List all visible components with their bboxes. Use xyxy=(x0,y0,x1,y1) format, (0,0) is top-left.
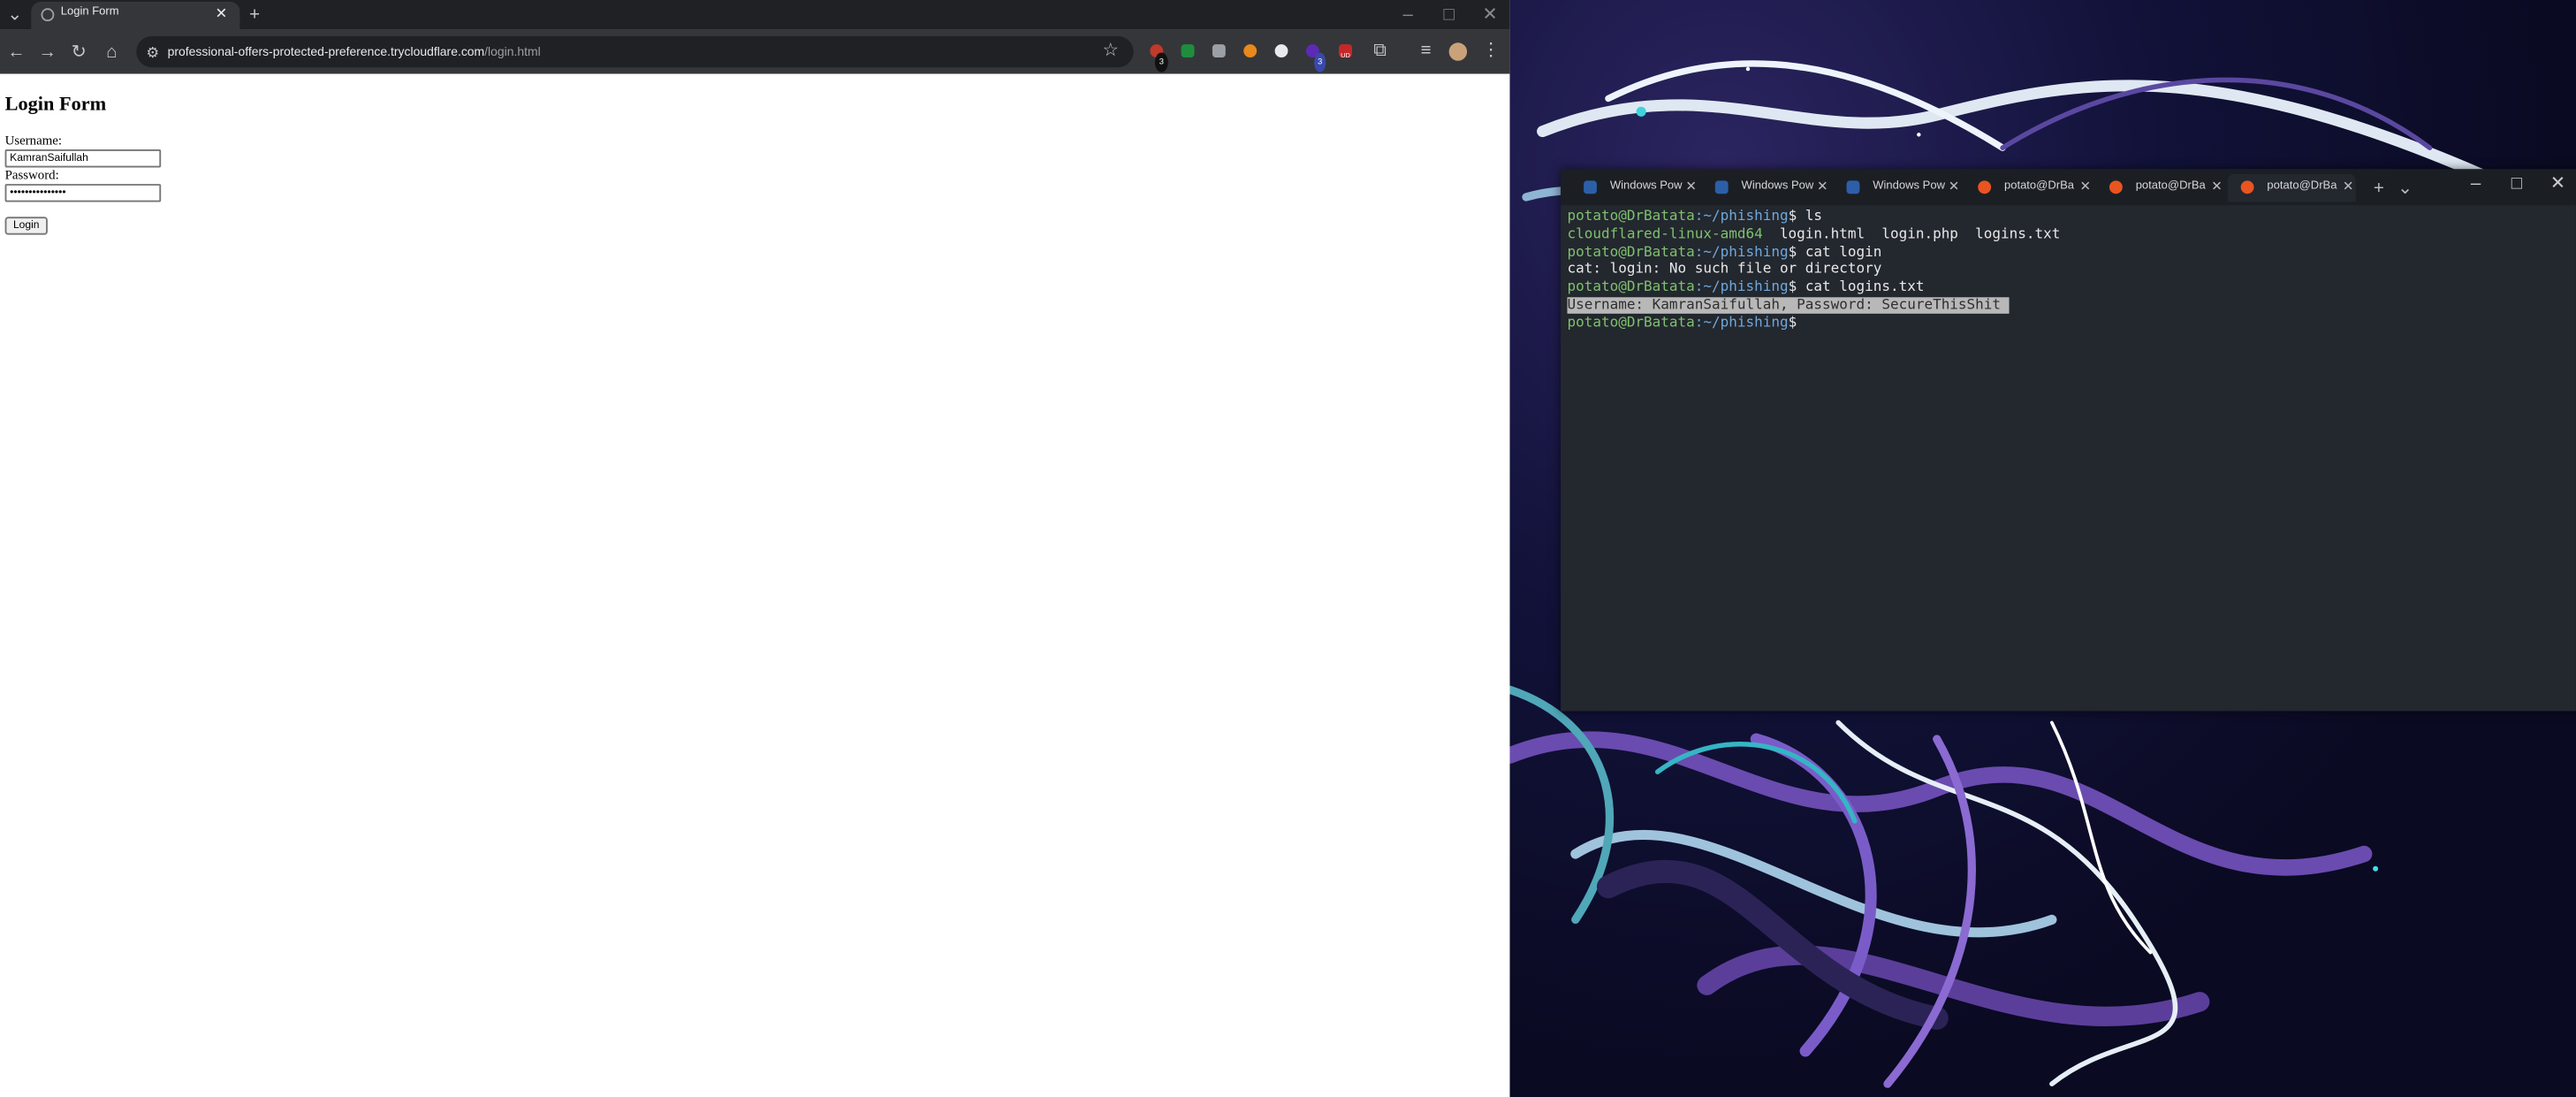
terminal-tab-label: potato@DrBa xyxy=(2135,180,2206,193)
terminal-tab-label: Windows Pow xyxy=(1609,180,1683,193)
maximize-icon[interactable]: □ xyxy=(1440,5,1457,25)
close-tab-icon[interactable]: ✕ xyxy=(1949,179,1959,194)
terminal-line: cloudflared-linux-amd64 login.html login… xyxy=(1567,226,2060,244)
prompt-path: :~/phishing xyxy=(1694,208,1789,225)
password-label: Password: xyxy=(4,167,59,183)
powershell-icon xyxy=(1846,180,1860,194)
powershell-icon xyxy=(1584,180,1597,194)
command-text: $ cat login xyxy=(1788,244,1882,261)
extension-icon-3[interactable] xyxy=(1212,44,1226,58)
terminal-tab-label: potato@DrBa xyxy=(2003,180,2075,193)
extensions-puzzle-icon[interactable]: ⧉ xyxy=(1370,41,1389,60)
terminal-line: potato@DrBatata:~/phishing$ cat login xyxy=(1567,244,2060,262)
prompt-user: potato@DrBatata xyxy=(1567,244,1695,261)
maximize-icon[interactable]: □ xyxy=(2509,174,2526,194)
ubuntu-icon xyxy=(2240,180,2254,194)
media-controls-icon[interactable]: ≡ xyxy=(1416,41,1435,60)
browser-tab[interactable]: Login Form ✕ xyxy=(31,1,240,30)
terminal-tab[interactable]: Windows Pow ✕ xyxy=(1702,174,1830,202)
prompt-path: :~/phishing xyxy=(1694,279,1789,296)
terminal-tab-label: Windows Pow xyxy=(1873,180,1945,193)
globe-icon xyxy=(41,8,55,22)
avatar[interactable] xyxy=(1448,42,1468,61)
terminal-line: potato@DrBatata:~/phishing$ cat logins.t… xyxy=(1567,279,2060,297)
home-icon[interactable]: ⌂ xyxy=(102,42,121,62)
prompt-user: potato@DrBatata xyxy=(1567,279,1695,296)
terminal-tab-label: Windows Pow xyxy=(1741,180,1814,193)
minimize-icon[interactable]: – xyxy=(1400,5,1417,25)
tab-strip: ⌄ Login Form ✕ + – □ ✕ xyxy=(0,0,1510,30)
powershell-icon xyxy=(1714,180,1729,194)
close-tab-icon[interactable]: ✕ xyxy=(2343,179,2353,194)
address-bar[interactable]: ⚙ professional-offers-protected-preferen… xyxy=(136,35,1134,68)
terminal-tab[interactable]: Windows Pow ✕ xyxy=(1834,174,1962,202)
extension-icon-5[interactable] xyxy=(1274,44,1288,58)
browser-window: ⌄ Login Form ✕ + – □ ✕ ← → ↻ ⌂ ⚙ profess… xyxy=(0,0,1510,1097)
prompt-user: potato@DrBatata xyxy=(1567,315,1695,331)
close-tab-icon[interactable]: ✕ xyxy=(1685,179,1696,194)
output-text: cat: login: No such file or directory xyxy=(1567,262,1882,278)
forward-icon[interactable]: → xyxy=(38,42,57,62)
terminal-tab[interactable]: potato@DrBa ✕ xyxy=(1964,174,2093,202)
url-host: professional-offers-protected-preference… xyxy=(167,44,485,59)
extension-icon-4[interactable] xyxy=(1243,44,1258,58)
terminal-tab[interactable]: potato@DrBa ✕ xyxy=(2096,174,2224,202)
terminal-output[interactable]: potato@DrBatata:~/phishing$ ls cloudflare… xyxy=(1567,209,2060,332)
username-label: Username: xyxy=(4,133,63,149)
web-page: Login Form Username: KamranSaifullah Pas… xyxy=(0,73,1510,1097)
close-tab-icon[interactable]: ✕ xyxy=(216,5,228,23)
reload-icon[interactable]: ↻ xyxy=(69,42,88,62)
back-icon[interactable]: ← xyxy=(6,42,26,62)
window-close-icon[interactable]: ✕ xyxy=(1482,5,1499,25)
bookmark-star-icon[interactable]: ☆ xyxy=(1101,41,1121,60)
new-tab-icon[interactable]: + xyxy=(2371,179,2388,199)
terminal-window: Windows Pow ✕ Windows Pow ✕ Windows Pow … xyxy=(1561,169,2576,712)
terminal-tab-active[interactable]: potato@DrBa ✕ xyxy=(2227,173,2356,202)
close-tab-icon[interactable]: ✕ xyxy=(1817,179,1828,194)
terminal-line: Username: KamranSaifullah, Password: Sec… xyxy=(1567,297,2060,315)
output-text: login.html login.php logins.txt xyxy=(1762,225,2061,243)
menu-kebab-icon[interactable]: ⋮ xyxy=(1482,41,1500,60)
terminal-line: potato@DrBatata:~/phishing$ xyxy=(1567,315,2060,332)
extension-icon-2[interactable] xyxy=(1181,44,1195,58)
minimize-icon[interactable]: – xyxy=(2467,174,2484,194)
chevron-down-icon[interactable]: ⌄ xyxy=(2397,179,2413,199)
command-text: $ ls xyxy=(1788,208,1823,225)
terminal-line: potato@DrBatata:~/phishing$ ls xyxy=(1567,209,2060,226)
new-tab-icon[interactable]: + xyxy=(245,5,264,25)
close-tab-icon[interactable]: ✕ xyxy=(2211,179,2222,194)
command-text: $ xyxy=(1788,315,1797,331)
prompt-user: potato@DrBatata xyxy=(1567,208,1695,225)
ubuntu-icon xyxy=(1978,180,1992,194)
ubuntu-icon xyxy=(2109,180,2123,194)
extension-badge: 3 xyxy=(1314,52,1326,72)
output-executable: cloudflared-linux-amd64 xyxy=(1567,225,1763,243)
login-button[interactable]: Login xyxy=(4,217,48,235)
password-input[interactable]: ••••••••••••••• xyxy=(4,184,162,202)
url-path: /login.html xyxy=(484,44,541,59)
extension-badge: UD xyxy=(1341,50,1350,59)
terminal-tab[interactable]: Windows Pow ✕ xyxy=(1570,174,1698,202)
selected-output-text: Username: KamranSaifullah, Password: Sec… xyxy=(1567,297,2010,314)
terminal-tab-bar: Windows Pow ✕ Windows Pow ✕ Windows Pow … xyxy=(1561,169,2576,206)
close-tab-icon[interactable]: ✕ xyxy=(2079,179,2090,194)
tab-search-icon[interactable]: ⌄ xyxy=(5,5,25,25)
extension-badge: 3 xyxy=(1154,52,1168,72)
username-input[interactable]: KamranSaifullah xyxy=(4,149,162,168)
prompt-path: :~/phishing xyxy=(1694,244,1789,261)
page-title: Login Form xyxy=(4,92,107,116)
terminal-line: cat: login: No such file or directory xyxy=(1567,262,2060,279)
tab-title: Login Form xyxy=(60,6,119,19)
command-text: $ cat logins.txt xyxy=(1788,279,1925,296)
prompt-path: :~/phishing xyxy=(1694,315,1789,331)
window-close-icon[interactable]: ✕ xyxy=(2549,174,2566,194)
terminal-tab-label: potato@DrBa xyxy=(2267,180,2337,193)
site-info-icon[interactable]: ⚙ xyxy=(145,42,162,62)
